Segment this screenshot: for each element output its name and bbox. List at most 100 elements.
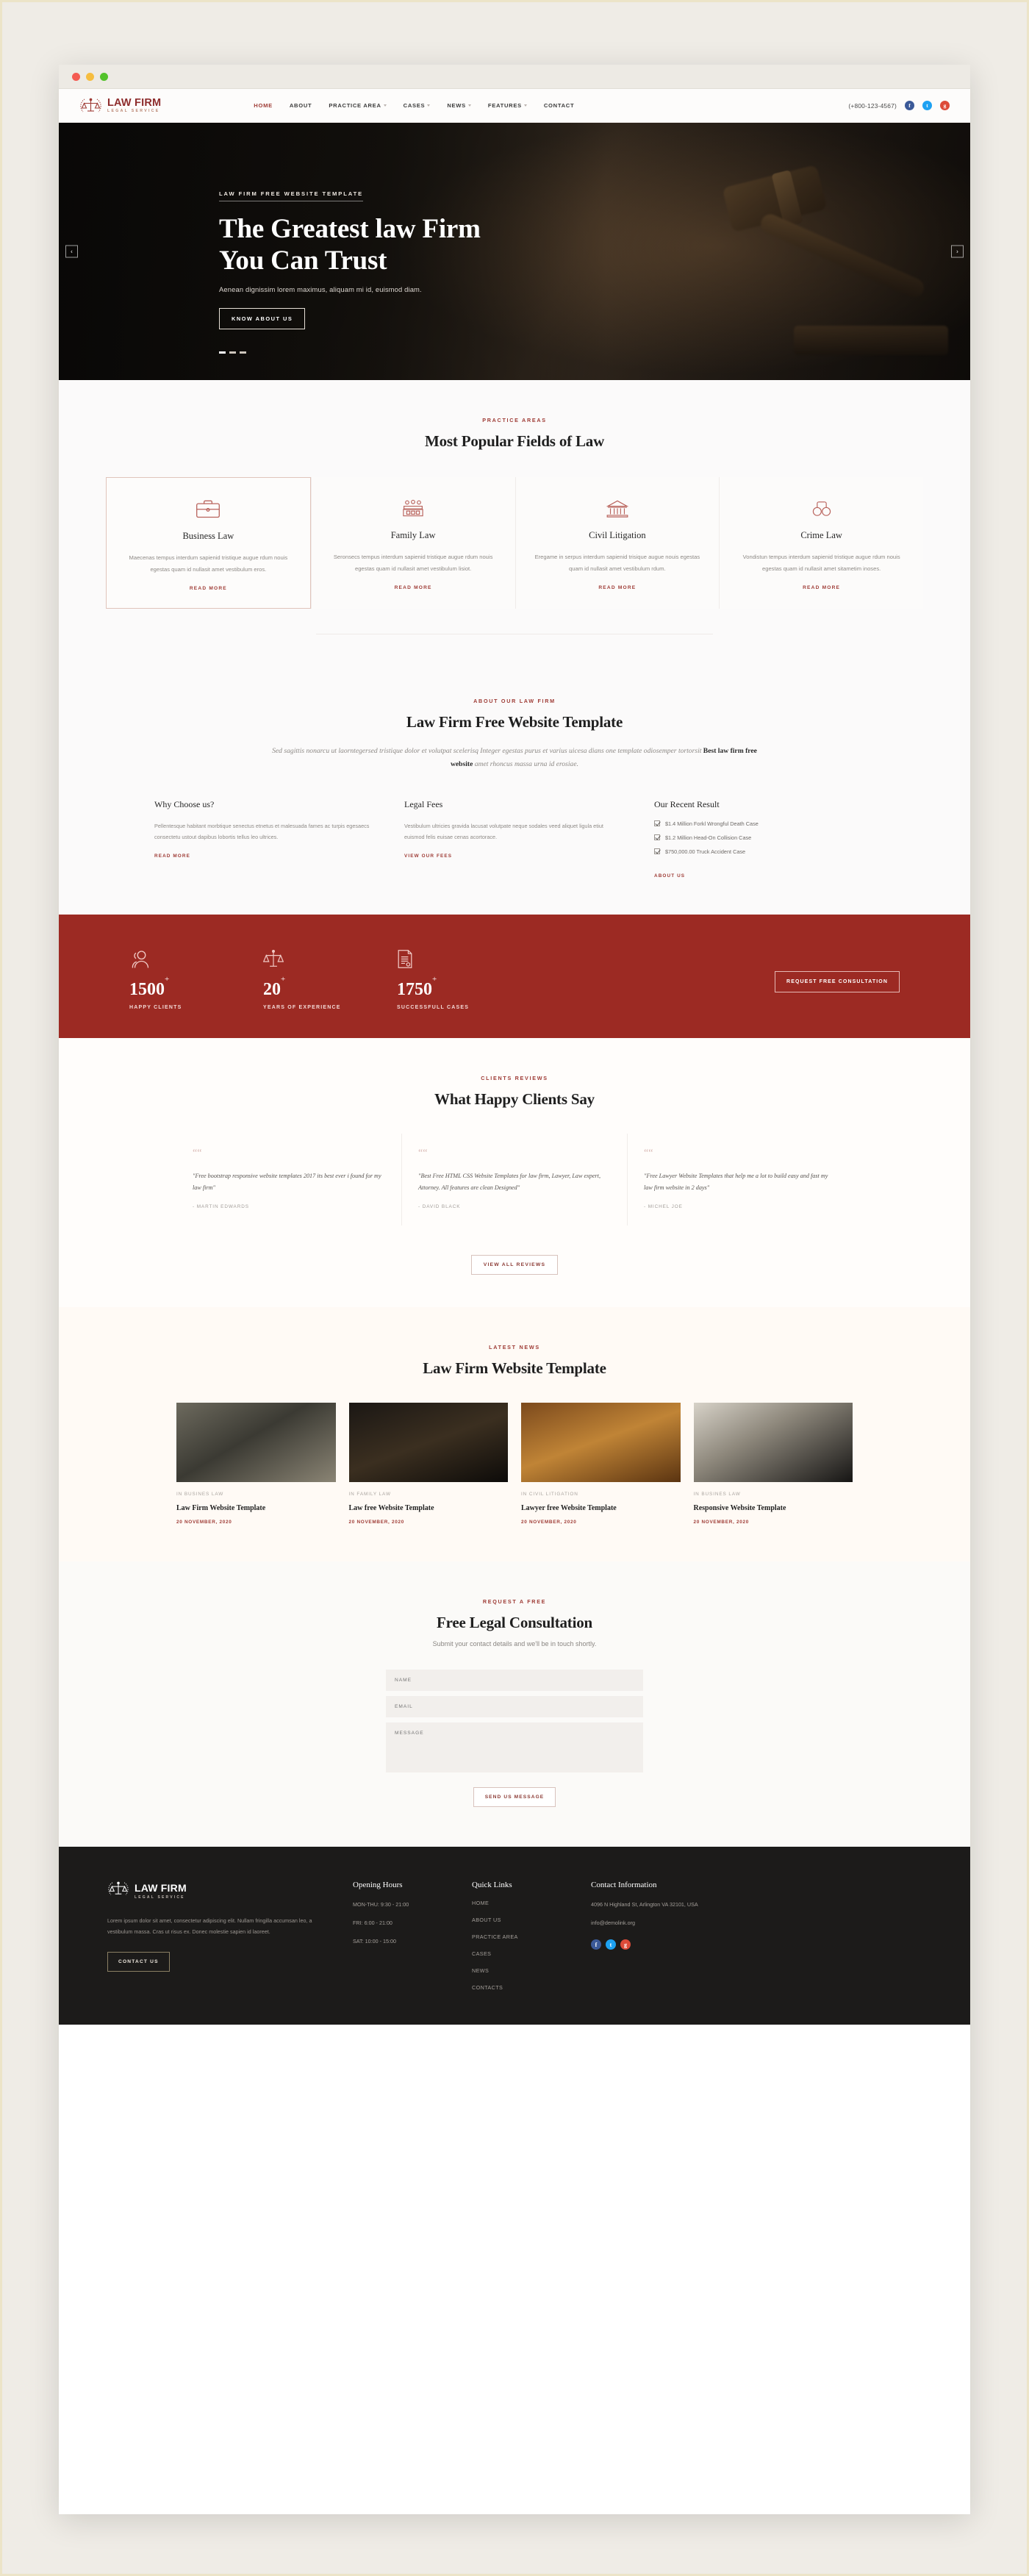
- practice-card-business-law[interactable]: Business Law Maecenas tempus interdum sa…: [106, 477, 311, 609]
- site-logo[interactable]: LAW FIRM LEGAL SERVICE: [79, 97, 161, 115]
- nav-item-home[interactable]: HOME: [254, 102, 273, 109]
- quote-icon: ““: [418, 1147, 428, 1159]
- statistics-band: 1500+ HAPPY CLIENTS 20+ YEARS OF EXPERIE…: [59, 914, 970, 1038]
- about-us-link[interactable]: ABOUT US: [654, 873, 685, 879]
- facebook-icon[interactable]: f: [591, 1939, 601, 1950]
- practice-card-title: Business Law: [182, 531, 234, 541]
- review-cards: ““ "Free bootstrap responsive website te…: [59, 1133, 970, 1226]
- footer-link-news[interactable]: NEWS: [472, 1967, 566, 1974]
- footer-social-links: f t g: [591, 1939, 749, 1950]
- hero-dot-3[interactable]: [240, 351, 246, 354]
- list-item: $1.2 Million Head-On Collision Case: [654, 834, 875, 841]
- footer-logo[interactable]: LAW FIRM LEGAL SERVICE: [107, 1881, 328, 1901]
- scales-of-justice-logo-icon: [107, 1881, 129, 1901]
- footer-opening-hours: Opening Hours MON-THU: 9:30 - 21:00 FRI:…: [353, 1881, 447, 1991]
- twitter-icon[interactable]: t: [606, 1939, 616, 1950]
- footer-link-cases[interactable]: CASES: [472, 1950, 566, 1957]
- request-free-consultation-button[interactable]: REQUEST FREE CONSULTATION: [775, 970, 900, 992]
- footer-email[interactable]: info@demolink.org: [591, 1920, 749, 1926]
- news-item-title[interactable]: Law free Website Template: [349, 1504, 509, 1512]
- footer-link-contacts[interactable]: CONTACTS: [472, 1984, 566, 1991]
- practice-card-civil-litigation[interactable]: Civil Litigation Eregame in serpus inter…: [514, 477, 720, 609]
- maximize-window-dot[interactable]: [100, 72, 108, 81]
- contact-title: Free Legal Consultation: [436, 1614, 592, 1632]
- send-message-button[interactable]: SEND US MESSAGE: [473, 1787, 556, 1808]
- news-card[interactable]: IN CIVIL LITIGATION Lawyer free Website …: [521, 1403, 681, 1525]
- close-window-dot[interactable]: [72, 72, 80, 81]
- news-item-title[interactable]: Responsive Website Template: [694, 1504, 853, 1512]
- name-input[interactable]: [386, 1670, 643, 1692]
- list-item: $750,000.00 Truck Accident Case: [654, 848, 875, 855]
- practice-read-more-link[interactable]: READ MORE: [598, 585, 636, 590]
- people-icon: [129, 941, 263, 969]
- nav-item-features[interactable]: FEATURES: [488, 102, 527, 109]
- footer-link-practice-area[interactable]: PRACTICE AREA: [472, 1933, 566, 1940]
- practice-read-more-link[interactable]: READ MORE: [190, 586, 227, 591]
- news-category: IN BUSINES LAW: [693, 1492, 741, 1498]
- nav-item-contact[interactable]: CONTACT: [544, 102, 574, 109]
- practice-read-more-link[interactable]: READ MORE: [395, 585, 432, 590]
- news-date: 20 NOVEMBER, 2020: [348, 1520, 404, 1525]
- minimize-window-dot[interactable]: [86, 72, 94, 81]
- about-kicker: ABOUT OUR LAW FIRM: [473, 698, 556, 705]
- briefcase-icon: [121, 495, 295, 522]
- courthouse-icon: [326, 495, 501, 521]
- contact-section: REQUEST A FREE Free Legal Consultation S…: [59, 1561, 970, 1847]
- news-item-title[interactable]: Lawyer free Website Template: [521, 1504, 681, 1512]
- list-item: $1.4 Million Forkl Wrongful Death Case: [654, 820, 875, 827]
- scales-of-justice-logo-icon: [79, 97, 102, 115]
- news-thumbnail-chess: [693, 1403, 853, 1483]
- about-column-text: Vestibulum ultricies gravida lacusat vol…: [404, 822, 603, 840]
- hero-next-arrow[interactable]: ›: [951, 245, 964, 258]
- news-date: 20 NOVEMBER, 2020: [176, 1520, 232, 1525]
- footer-description: Lorem ipsum dolor sit amet, consectetur …: [107, 1917, 312, 1935]
- nav-label: CONTACT: [543, 102, 575, 109]
- facebook-icon[interactable]: f: [905, 101, 914, 110]
- news-card[interactable]: IN BUSINES LAW Law Firm Website Template…: [176, 1403, 336, 1525]
- review-text: "Free Lawyer Website Templates that help…: [644, 1172, 828, 1191]
- hero-dot-2[interactable]: [229, 351, 236, 354]
- header-phone-number[interactable]: (+800-123-4567): [848, 102, 897, 110]
- latest-news-section: LATEST NEWS Law Firm Website Template IN…: [59, 1307, 970, 1562]
- twitter-icon[interactable]: t: [922, 101, 932, 110]
- practice-card-crime-law[interactable]: Crime Law Vondistun tempus interdum sapi…: [719, 477, 923, 609]
- hero-slider-dots[interactable]: [219, 351, 970, 354]
- practice-kicker: PRACTICE AREAS: [482, 417, 547, 423]
- news-item-title[interactable]: Law Firm Website Template: [176, 1504, 336, 1512]
- about-columns: Why Choose us? Pellentesque habitant mor…: [59, 799, 970, 881]
- about-view-fees-link[interactable]: VIEW OUR FEES: [404, 854, 452, 859]
- nav-label: FEATURES: [487, 102, 522, 109]
- news-kicker: LATEST NEWS: [489, 1344, 540, 1351]
- news-card[interactable]: IN FAMILY LAW Law free Website Template …: [348, 1403, 509, 1525]
- hero-cta-button[interactable]: KNOW ABOUT US: [219, 307, 306, 329]
- about-column-text: Pellentesque habitant morbtique senectus…: [154, 822, 370, 840]
- footer-link-about-us[interactable]: ABOUT US: [472, 1917, 566, 1923]
- stat-number: 1500+: [129, 974, 170, 999]
- google-plus-icon[interactable]: g: [620, 1939, 631, 1950]
- about-results-title: Our Recent Result: [654, 798, 720, 809]
- view-all-reviews-button[interactable]: VIEW ALL REVIEWS: [470, 1255, 559, 1276]
- news-card[interactable]: IN BUSINES LAW Responsive Website Templa…: [693, 1403, 853, 1525]
- hero-prev-arrow[interactable]: ‹: [65, 245, 78, 258]
- practice-read-more-link[interactable]: READ MORE: [803, 585, 840, 590]
- hero-dot-1[interactable]: [219, 351, 226, 354]
- hero-subtitle: Aenean dignissim lorem maximus, aliquam …: [219, 285, 422, 293]
- nav-item-about[interactable]: ABOUT: [290, 102, 312, 109]
- about-read-more-link[interactable]: READ MORE: [154, 854, 190, 859]
- nav-item-practice-area[interactable]: PRACTICE AREA: [329, 102, 387, 109]
- browser-chrome-bar: [59, 65, 970, 89]
- google-plus-icon[interactable]: g: [940, 101, 950, 110]
- footer-link-home[interactable]: HOME: [472, 1900, 566, 1906]
- footer-contact-us-button[interactable]: CONTACT US: [107, 1952, 170, 1972]
- nav-item-cases[interactable]: CASES: [404, 102, 431, 109]
- nav-item-news[interactable]: NEWS: [447, 102, 471, 109]
- practice-card-family-law[interactable]: Family Law Seronsecs tempus interdum sap…: [310, 477, 515, 609]
- email-input[interactable]: [386, 1696, 643, 1718]
- about-lead-part-1: Sed sagittis nonarcu ut laorntegersed tr…: [272, 747, 703, 756]
- news-cards: IN BUSINES LAW Law Firm Website Template…: [59, 1403, 970, 1525]
- review-author: - MICHEL JOE: [644, 1204, 683, 1210]
- about-column-recent-result: Our Recent Result $1.4 Million Forkl Wro…: [654, 799, 875, 881]
- nav-label: ABOUT: [289, 102, 312, 109]
- about-column-title: Why Choose us?: [154, 798, 215, 809]
- message-textarea[interactable]: [386, 1722, 643, 1773]
